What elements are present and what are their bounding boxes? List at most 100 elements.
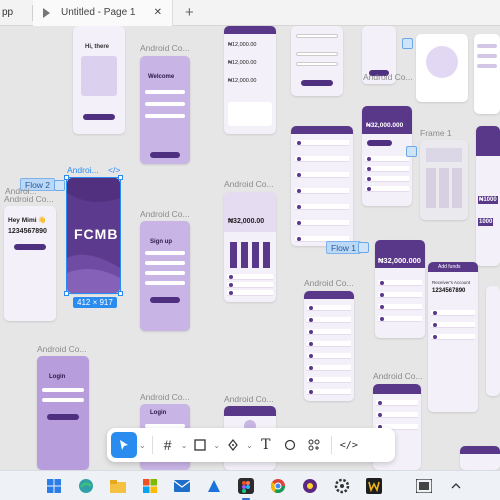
flow-start-icon[interactable] <box>402 38 413 49</box>
transaction-row[interactable] <box>294 188 350 194</box>
resize-handle[interactable] <box>64 291 69 296</box>
microsoft-store-icon[interactable] <box>140 476 160 496</box>
add-tab-button[interactable]: + <box>185 4 194 21</box>
chevron-down-icon[interactable]: ⌄ <box>139 432 146 458</box>
transaction-row[interactable] <box>227 274 273 280</box>
account-row[interactable] <box>365 156 409 162</box>
welcome-field[interactable] <box>145 102 185 106</box>
windows-start-icon[interactable] <box>44 476 64 496</box>
transaction-row[interactable] <box>227 282 273 288</box>
account-row[interactable] <box>378 316 422 322</box>
frame-label[interactable]: Android Co... <box>37 344 87 354</box>
funding-option[interactable] <box>431 322 475 328</box>
frame-login[interactable]: Login <box>37 356 89 470</box>
frame-signup[interactable]: Sign up <box>140 221 190 331</box>
resize-handle[interactable] <box>118 291 123 296</box>
word-icon[interactable] <box>364 476 384 496</box>
mail-icon[interactable] <box>172 476 192 496</box>
transaction-row[interactable] <box>294 156 350 162</box>
quick-actions-grid[interactable] <box>230 242 270 268</box>
frame-home-mimi[interactable]: Hey Mimi 👋 1234567890 <box>4 206 56 321</box>
history-row[interactable] <box>307 353 351 359</box>
funding-option[interactable] <box>431 334 475 340</box>
frame-label[interactable]: Frame 1 <box>420 128 452 138</box>
account-row[interactable] <box>378 280 422 286</box>
resize-handle[interactable] <box>118 175 123 180</box>
close-tab-icon[interactable]: ✕ <box>154 7 162 18</box>
frame-cards-partial[interactable]: ₦1000 1000 <box>476 126 500 266</box>
frame-label[interactable]: Android Co... <box>224 394 274 404</box>
account-row[interactable] <box>365 166 409 172</box>
signup-field[interactable] <box>145 251 185 255</box>
form-field[interactable] <box>296 52 338 56</box>
flow-chip[interactable]: Flow 1 <box>326 241 362 254</box>
transaction-row[interactable] <box>294 220 350 226</box>
frame-dashboard[interactable]: ₦32,000.00 <box>224 192 276 302</box>
welcome-field[interactable] <box>145 114 185 118</box>
history-row[interactable] <box>307 341 351 347</box>
frame-history[interactable] <box>304 291 354 401</box>
actions-tool-icon[interactable] <box>303 432 325 458</box>
frame-account-balance[interactable]: ₦32,000.000 <box>362 106 412 206</box>
signup-field[interactable] <box>145 261 185 265</box>
comment-tool-icon[interactable] <box>279 432 301 458</box>
chevron-down-icon[interactable]: ⌄ <box>181 432 188 458</box>
login-field[interactable] <box>42 398 84 402</box>
chevron-up-icon[interactable] <box>446 476 466 496</box>
fund-button[interactable] <box>367 140 392 146</box>
frame-bottom-partial[interactable] <box>460 446 500 470</box>
app-icon[interactable] <box>414 476 434 496</box>
frame-hi-there[interactable]: Hi, there <box>73 26 125 134</box>
form-field[interactable] <box>296 62 338 66</box>
photos-icon[interactable] <box>204 476 224 496</box>
frame-illustration[interactable] <box>416 34 468 102</box>
frame-edge-partial[interactable] <box>486 286 500 396</box>
transaction-row[interactable] <box>294 204 350 210</box>
history-row[interactable] <box>307 317 351 323</box>
file-tab[interactable]: Untitled - Page 1 ✕ <box>33 0 173 26</box>
login-field[interactable] <box>42 388 84 392</box>
history-row[interactable] <box>307 305 351 311</box>
account-row[interactable] <box>365 186 409 192</box>
frame-label[interactable]: Androi... <box>5 186 37 196</box>
login-button[interactable] <box>47 414 79 420</box>
rectangle-tool-icon[interactable] <box>189 432 211 458</box>
flow-start-icon[interactable] <box>406 146 417 157</box>
frame-welcome[interactable]: Welcome <box>140 56 190 164</box>
transfer-row[interactable] <box>375 412 419 418</box>
frame-tool-icon[interactable]: # <box>157 432 179 458</box>
selected-frame-label[interactable]: Androi... <box>67 165 99 175</box>
account-row[interactable] <box>378 292 422 298</box>
transaction-row[interactable] <box>294 172 350 178</box>
chevron-down-icon[interactable]: ⌄ <box>246 432 253 458</box>
flow-start-icon[interactable] <box>358 242 369 253</box>
chevron-down-icon[interactable]: ⌄ <box>213 432 220 458</box>
pen-tool-icon[interactable] <box>222 432 244 458</box>
frame-transfer-form[interactable] <box>291 26 343 96</box>
frame-label[interactable]: Android Co... <box>373 371 423 381</box>
welcome-field[interactable] <box>145 90 185 94</box>
signup-field[interactable] <box>145 271 185 275</box>
flow-start-icon[interactable] <box>54 180 65 191</box>
design-canvas[interactable]: Android Co... Hey Mimi 👋 1234567890 Flow… <box>0 26 500 470</box>
frame-label[interactable]: Android Co... <box>224 179 274 189</box>
vpn-icon[interactable] <box>300 476 320 496</box>
settings-icon[interactable] <box>332 476 352 496</box>
frame-add-funds[interactable]: Add funds Receiver's Account 1234567890 <box>428 262 478 412</box>
form-field[interactable] <box>296 34 338 38</box>
history-row[interactable] <box>307 329 351 335</box>
signup-field[interactable] <box>145 281 185 285</box>
dev-mode-icon[interactable]: </> <box>336 432 362 458</box>
frame-label[interactable]: Android Co... <box>363 72 413 82</box>
frame-list-partial[interactable] <box>474 34 500 114</box>
figma-icon[interactable] <box>236 476 256 500</box>
history-row[interactable] <box>307 377 351 383</box>
welcome-button[interactable] <box>150 152 180 158</box>
account-row[interactable] <box>365 176 409 182</box>
signup-button[interactable] <box>150 297 180 303</box>
frame-label[interactable]: Android Co... <box>140 209 190 219</box>
transaction-row[interactable] <box>294 140 350 146</box>
frame-balance-large[interactable]: ₦32,000.000 <box>375 240 425 338</box>
history-row[interactable] <box>307 365 351 371</box>
move-tool-icon[interactable] <box>111 432 137 458</box>
